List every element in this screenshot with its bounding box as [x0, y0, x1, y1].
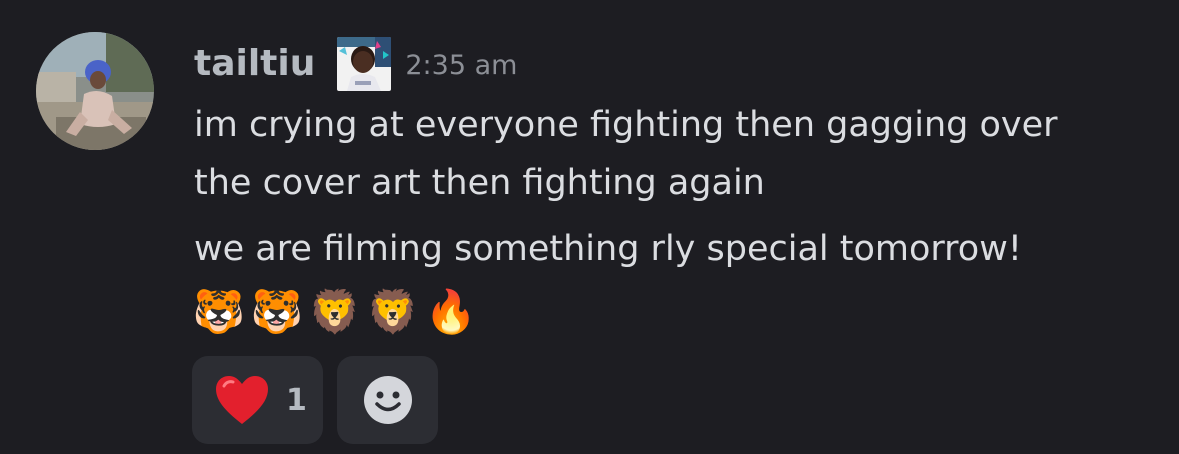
username[interactable]: tailtiu	[194, 36, 315, 92]
emoji-line: 🐯 🐯 🦁 🦁 🔥	[192, 282, 478, 342]
lion-face-emoji: 🦁	[366, 287, 420, 336]
role-badge-icon[interactable]	[337, 37, 392, 91]
smiley-face-icon	[363, 376, 412, 424]
avatar-photo-icon	[36, 32, 154, 150]
message-timestamp[interactable]: 2:35 am	[405, 34, 517, 94]
user-avatar[interactable]	[36, 32, 154, 150]
heart-reaction-button[interactable]: 1	[192, 356, 323, 444]
fire-emoji: 🔥	[424, 287, 478, 336]
message-text-line-2: the cover art then fighting again	[194, 163, 765, 203]
tiger-face-emoji: 🐯	[250, 287, 304, 336]
add-reaction-button[interactable]	[337, 356, 438, 444]
reaction-count: 1	[286, 382, 307, 418]
message-header: tailtiu 2:35 am	[194, 36, 517, 92]
tiger-face-emoji: 🐯	[192, 287, 246, 336]
message-text-line-1: im crying at everyone fighting then gagg…	[194, 105, 1058, 145]
chat-message: tailtiu 2:35 am im crying at everyone fi…	[0, 0, 1179, 454]
reactions-bar: 1	[192, 356, 438, 444]
lion-face-emoji: 🦁	[308, 287, 362, 336]
red-heart-icon	[216, 376, 268, 424]
message-text-line-3: we are filming something rly special tom…	[194, 229, 1022, 269]
